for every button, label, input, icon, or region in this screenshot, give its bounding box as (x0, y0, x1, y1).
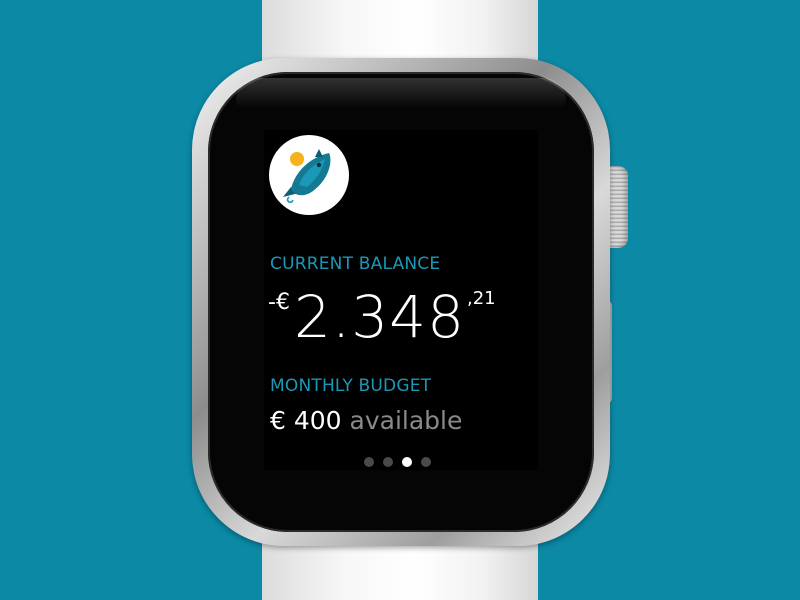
current-balance-label: CURRENT BALANCE (270, 254, 441, 274)
balance-amount: 2.348 (293, 283, 465, 351)
page-dot-2[interactable] (383, 457, 393, 467)
page-indicator[interactable] (364, 457, 431, 467)
page-dot-4[interactable] (421, 457, 431, 467)
monthly-budget-value: € 400 available (270, 406, 462, 435)
page-dot-1[interactable] (364, 457, 374, 467)
balance-cents: ,21 (466, 288, 496, 309)
budget-amount: € 400 (270, 406, 342, 435)
watch-screen: CURRENT BALANCE -€ 2.348 ,21 MONTHLY BUD… (264, 130, 538, 470)
current-balance-value: -€ 2.348 ,21 (268, 282, 496, 358)
rocket-eye (316, 162, 322, 168)
rocket-piggy-icon[interactable] (269, 135, 349, 215)
monthly-budget-label: MONTHLY BUDGET (270, 376, 432, 396)
rocket-ear (315, 149, 323, 157)
rocket-piggy-svg (283, 149, 331, 204)
budget-available-text: available (349, 406, 463, 435)
balance-currency-sign: -€ (268, 290, 290, 315)
rocket-tail (286, 196, 294, 204)
stage: CURRENT BALANCE -€ 2.348 ,21 MONTHLY BUD… (0, 0, 800, 600)
page-dot-3-active[interactable] (402, 457, 412, 467)
glass-glint (236, 78, 566, 108)
coin-circle (290, 152, 304, 166)
